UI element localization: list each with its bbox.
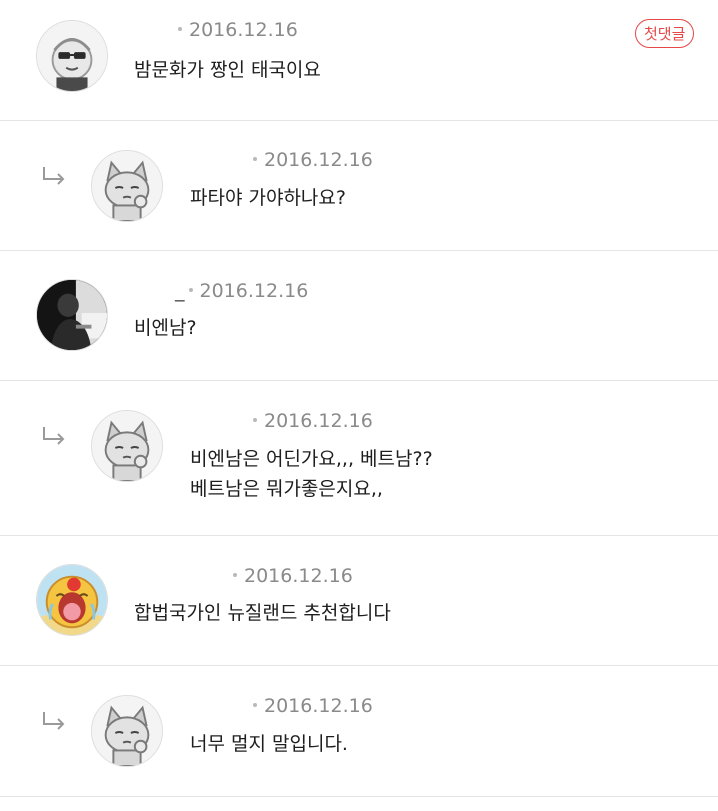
comment-text-line: 너무 멀지 말입니다. xyxy=(190,733,348,755)
reply-arrow-icon xyxy=(43,427,65,445)
meta-separator-dot xyxy=(178,26,182,31)
meta-separator-dot xyxy=(253,417,257,422)
meta-separator-dot xyxy=(188,287,193,292)
comment-text: 너무 멀지 말입니다. xyxy=(190,729,348,759)
comment-text: 합법국가인 뉴질랜드 추천합니다 xyxy=(134,598,391,628)
comment-text-line: 베트남은 뭐가좋은지요,, xyxy=(190,478,383,500)
meta-separator-dot xyxy=(233,572,237,577)
comment-text-line: 합법국가인 뉴질랜드 추천합니다 xyxy=(134,602,391,624)
dark-photo-avatar[interactable] xyxy=(36,279,108,351)
comment-meta: 2016.12.16 xyxy=(243,148,373,172)
comment-text: 비엔남은 어딘가요,,, 베트남?? 베트남은 뭐가좋은지요,, xyxy=(190,444,433,504)
gray-cat-character-avatar[interactable] xyxy=(91,410,163,482)
comment-meta: 2016.12.16 xyxy=(223,564,353,588)
meta-separator-dot xyxy=(253,156,257,161)
comment-date: 2016.12.16 xyxy=(264,149,373,171)
comment-date: 2016.12.16 xyxy=(264,410,373,432)
comment-text-line: 밤문화가 짱인 태국이요 xyxy=(134,59,321,81)
comment-item: _ 2016.12.16 비엔남? xyxy=(0,251,718,381)
comment-text-line: 파타야 가야하나요? xyxy=(190,187,346,209)
comment-item: 2016.12.16 밤문화가 짱인 태국이요 첫댓글 xyxy=(0,0,718,121)
comment-date: 2016.12.16 xyxy=(244,565,353,587)
reply-comment-item: 2016.12.16 너무 멀지 말입니다. xyxy=(0,666,718,797)
reply-arrow-icon xyxy=(43,167,65,185)
comment-text: 비엔남? xyxy=(134,313,197,343)
sunglasses-character-avatar[interactable] xyxy=(36,20,108,92)
comment-text: 파타야 가야하나요? xyxy=(190,183,346,213)
comment-date: 2016.12.16 xyxy=(264,695,373,717)
reply-comment-item: 2016.12.16 비엔남은 어딘가요,,, 베트남?? 베트남은 뭐가좋은지… xyxy=(0,381,718,536)
meta-separator-dot xyxy=(253,702,257,707)
reply-arrow-icon xyxy=(43,712,65,730)
gray-cat-character-avatar[interactable] xyxy=(91,695,163,767)
comment-meta: 2016.12.16 xyxy=(243,694,373,718)
comment-meta: _ 2016.12.16 xyxy=(175,279,308,303)
comment-nickname[interactable]: _ xyxy=(175,279,185,303)
first-comment-badge: 첫댓글 xyxy=(635,19,695,48)
comment-text-line: 비엔남? xyxy=(134,317,197,339)
crying-character-avatar[interactable] xyxy=(36,564,108,636)
comment-text-line: 비엔남은 어딘가요,,, 베트남?? xyxy=(190,448,433,470)
comment-date: 2016.12.16 xyxy=(189,19,298,41)
comment-meta: 2016.12.16 xyxy=(243,409,373,433)
comment-item: 2016.12.16 합법국가인 뉴질랜드 추천합니다 xyxy=(0,536,718,666)
comment-date: 2016.12.16 xyxy=(199,280,309,302)
comment-meta: 2016.12.16 xyxy=(168,18,298,42)
gray-cat-character-avatar[interactable] xyxy=(91,150,163,222)
comment-text: 밤문화가 짱인 태국이요 xyxy=(134,55,321,85)
reply-comment-item: 2016.12.16 파타야 가야하나요? xyxy=(0,121,718,251)
